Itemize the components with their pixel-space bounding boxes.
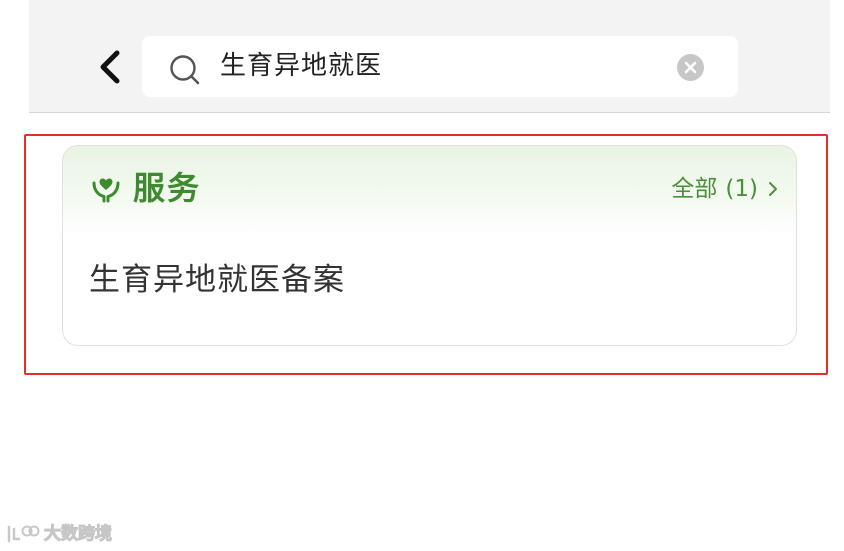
service-list-item[interactable]: 生育异地就医备案	[89, 258, 345, 302]
clear-icon	[677, 54, 704, 81]
view-all-count: (1)	[725, 176, 758, 202]
watermark-logo-icon	[6, 523, 40, 545]
watermark-text: 大数跨境	[44, 524, 113, 545]
service-heart-hands-icon	[91, 174, 121, 204]
chevron-right-icon	[768, 181, 778, 197]
service-section-title: 服务	[133, 169, 202, 207]
chevron-left-icon	[91, 48, 131, 88]
back-button[interactable]	[91, 48, 131, 88]
service-card: 服务 全部 (1) 生育异地就医备案	[62, 145, 797, 346]
watermark: 大数跨境	[6, 521, 113, 547]
service-card-header: 服务 全部 (1)	[63, 146, 796, 230]
view-all-link[interactable]: 全部 (1)	[671, 173, 778, 205]
clear-search-button[interactable]	[677, 54, 704, 81]
search-input[interactable]: 生育异地就医	[142, 36, 738, 97]
search-query-text[interactable]: 生育异地就医	[220, 49, 382, 83]
view-all-label: 全部	[671, 176, 718, 202]
search-icon	[168, 53, 202, 87]
